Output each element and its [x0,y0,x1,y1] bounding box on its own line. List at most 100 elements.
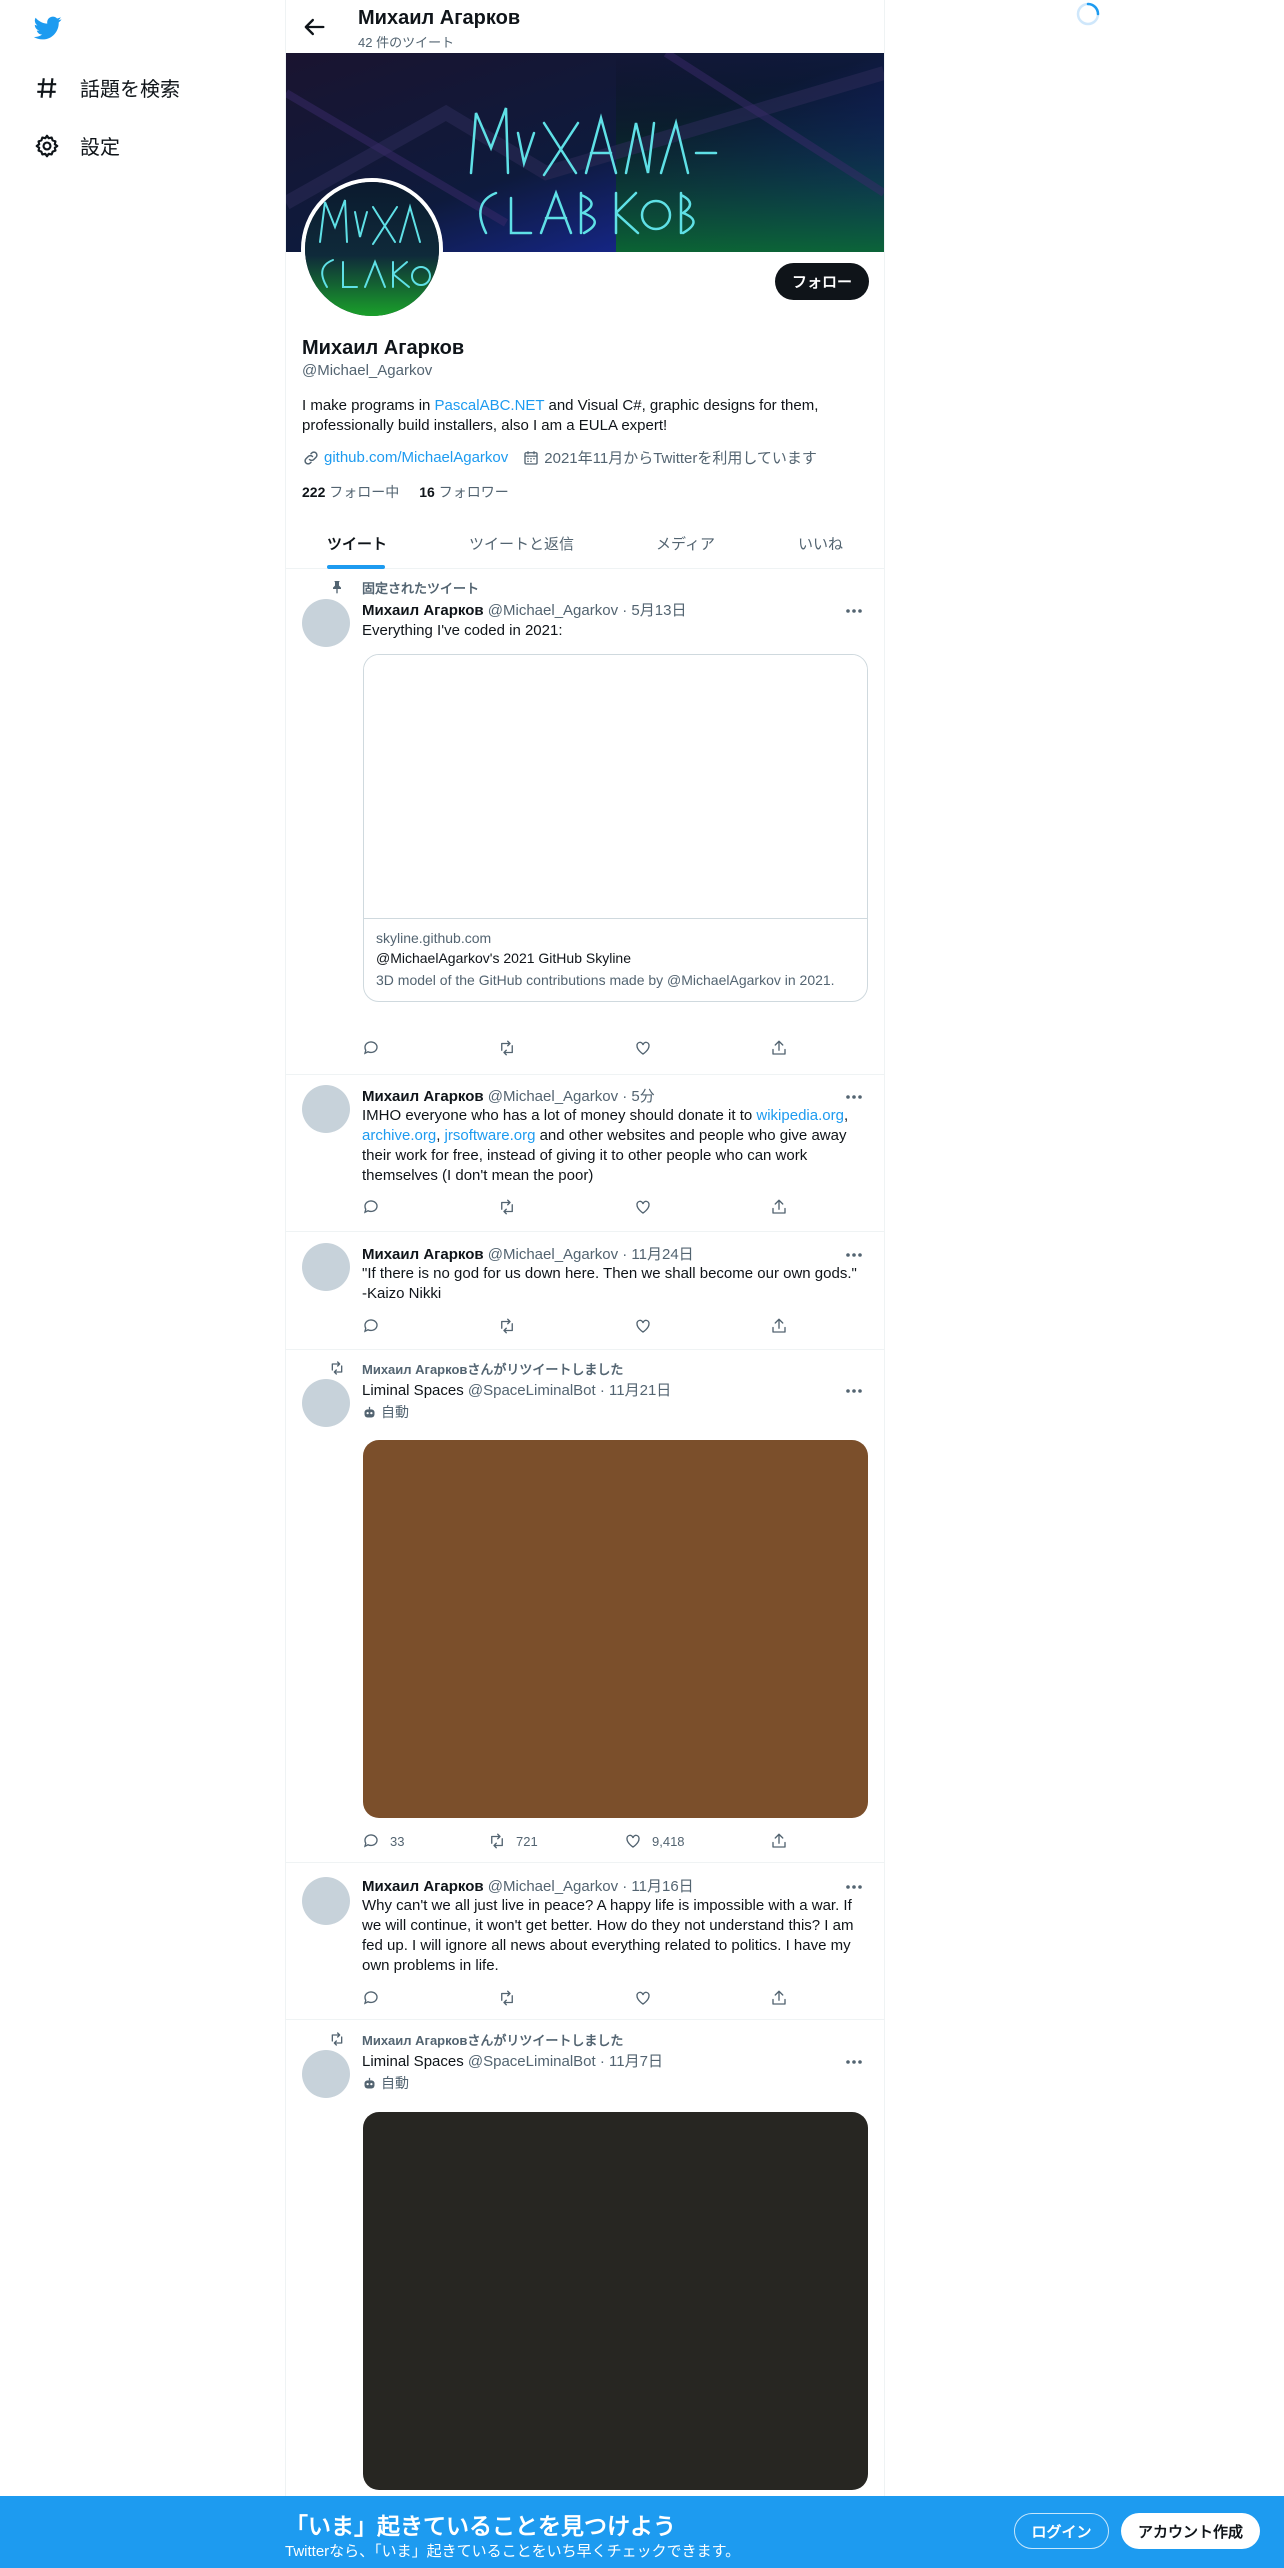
author-name[interactable]: Liminal Spaces [362,2053,464,2070]
follow-button[interactable]: フォロー [775,263,869,300]
like-button[interactable]: 9,418 [624,1832,685,1850]
card-title: @MichaelAgarkov's 2021 GitHub Skyline [376,950,632,966]
retweeted-by-label[interactable]: Михаил Агарковさんがリツイートしました [362,1359,623,1378]
retweet-button[interactable] [498,1989,516,2007]
reply-icon [363,1319,378,1333]
author-handle[interactable]: @Michael_Agarkov [488,1088,618,1105]
reply-button[interactable] [362,1989,380,2007]
tweet-date[interactable]: 5分 [631,1088,654,1105]
tweet-text-part: , [436,1127,445,1144]
avatar[interactable] [302,1243,350,1291]
robot-icon [364,1406,375,1417]
tweet-date[interactable]: 11月21日 [609,1382,671,1399]
tweet-media[interactable] [363,2112,868,2490]
tweet-date[interactable]: 11月16日 [631,1878,693,1895]
retweeted-by-label[interactable]: Михаил Агарковさんがリツイートしました [362,2030,623,2049]
reply-button[interactable] [362,1198,380,1216]
tweet-date[interactable]: 11月7日 [609,2053,663,2070]
author-name[interactable]: Михаил Агарков [362,602,484,619]
tweet-link[interactable]: wikipedia.org [756,1107,844,1124]
tweet[interactable]: Михаил Агарковさんがリツイートしました Liminal Space… [286,2020,884,2496]
like-button[interactable] [634,1039,652,1057]
retweet-icon [501,1199,513,1215]
website-link[interactable]: github.com/MichaelAgarkov [324,449,508,466]
like-button[interactable] [634,1989,652,2007]
tweet-link[interactable]: jrsoftware.org [445,1127,536,1144]
author-handle[interactable]: @SpaceLiminalBot [468,1382,596,1399]
tweet-header: Liminal Spaces @SpaceLiminalBot · 11月21日 [362,1382,672,1399]
tweet[interactable]: Михаил Агарков @Michael_Agarkov · 11月24日… [286,1232,884,1350]
followers-label: フォロワー [438,484,509,500]
avatar[interactable] [302,2050,350,2098]
following-link[interactable]: 222 フォロー中 [302,482,399,502]
gear-icon [35,134,59,157]
like-button[interactable] [634,1317,652,1335]
tweet-text: IMHO everyone who has a lot of money sho… [362,1106,862,1186]
retweet-button[interactable] [498,1317,516,1335]
signup-button[interactable]: アカウント作成 [1121,2513,1260,2549]
author-name[interactable]: Михаил Агарков [362,1088,484,1105]
back-arrow-icon[interactable] [300,13,328,41]
tweet-text: "If there is no god for us down here. Th… [362,1265,857,1302]
more-icon[interactable] [842,1877,866,1897]
tab-tweets-and-replies[interactable]: ツイートと返信 [469,533,574,554]
followers-link[interactable]: 16 フォロワー [419,482,508,502]
sidebar-item-label: 話題を検索 [80,79,180,101]
tweet[interactable]: Михаил Агарковさんがリツイートしました Liminal Space… [286,1350,884,1863]
tweet-date[interactable]: 5月13日 [631,602,686,619]
tab-likes[interactable]: いいね [798,533,843,554]
calendar-icon [524,450,538,465]
sidebar-item-settings[interactable]: 設定 [34,131,120,160]
tweet-count: 42 件のツイート [358,35,455,50]
heart-icon [636,1041,650,1055]
share-button[interactable] [770,1989,788,2007]
sidebar-item-explore[interactable]: 話題を検索 [34,73,180,102]
share-button[interactable] [770,1832,788,1850]
avatar[interactable] [302,1085,350,1133]
profile-avatar[interactable] [301,178,443,320]
more-icon[interactable] [842,1381,866,1401]
twitter-logo-icon[interactable] [32,14,64,42]
author-handle[interactable]: @Michael_Agarkov [488,1878,618,1895]
author-handle[interactable]: @SpaceLiminalBot [468,2053,596,2070]
tab-tweets[interactable]: ツイート [327,533,387,554]
pinned-indicator: 固定されたツイート [333,578,479,597]
retweet-button[interactable]: 721 [488,1832,538,1850]
reply-button[interactable] [362,1317,380,1335]
avatar[interactable] [302,1379,350,1427]
avatar[interactable] [302,1877,350,1925]
more-icon[interactable] [842,1087,866,1107]
tweet-actions [362,1989,792,2009]
author-handle[interactable]: @Michael_Agarkov [488,602,618,619]
retweet-button[interactable] [498,1039,516,1057]
reply-button[interactable]: 33 [362,1832,404,1850]
more-icon[interactable] [842,1245,866,1265]
share-button[interactable] [770,1317,788,1335]
bio-link[interactable]: PascalABC.NET [435,397,545,414]
pin-icon [333,581,341,594]
author-name[interactable]: Михаил Агарков [362,1246,484,1263]
like-button[interactable] [634,1198,652,1216]
reply-icon [363,1041,378,1055]
author-handle[interactable]: @Michael_Agarkov [488,1246,618,1263]
more-icon[interactable] [842,601,866,621]
share-button[interactable] [770,1198,788,1216]
author-name[interactable]: Liminal Spaces [362,1382,464,1399]
tab-media[interactable]: メディア [656,533,715,554]
tweet-text: Why can't we all just live in peace? A h… [362,1897,854,1974]
author-name[interactable]: Михаил Агарков [362,1878,484,1895]
tweet[interactable]: 固定されたツイート Михаил Агарков @Michael_Agarko… [286,570,884,1075]
tweet-link[interactable]: archive.org [362,1127,436,1144]
link-card[interactable]: skyline.github.com @MichaelAgarkov's 202… [363,654,868,1002]
tweet-date[interactable]: 11月24日 [631,1246,693,1263]
login-button[interactable]: ログイン [1014,2513,1109,2549]
avatar[interactable] [302,599,350,647]
top-header: Михаил Агарков 42 件のツイート [286,0,884,53]
share-button[interactable] [770,1039,788,1057]
reply-button[interactable] [362,1039,380,1057]
more-icon[interactable] [842,2052,866,2072]
retweet-button[interactable] [498,1198,516,1216]
tweet-media[interactable] [363,1440,868,1818]
tweet[interactable]: Михаил Агарков @Michael_Agarkov · 11月16日… [286,1863,884,2020]
tweet[interactable]: Михаил Агарков @Michael_Agarkov · 5分 IMH… [286,1075,884,1232]
